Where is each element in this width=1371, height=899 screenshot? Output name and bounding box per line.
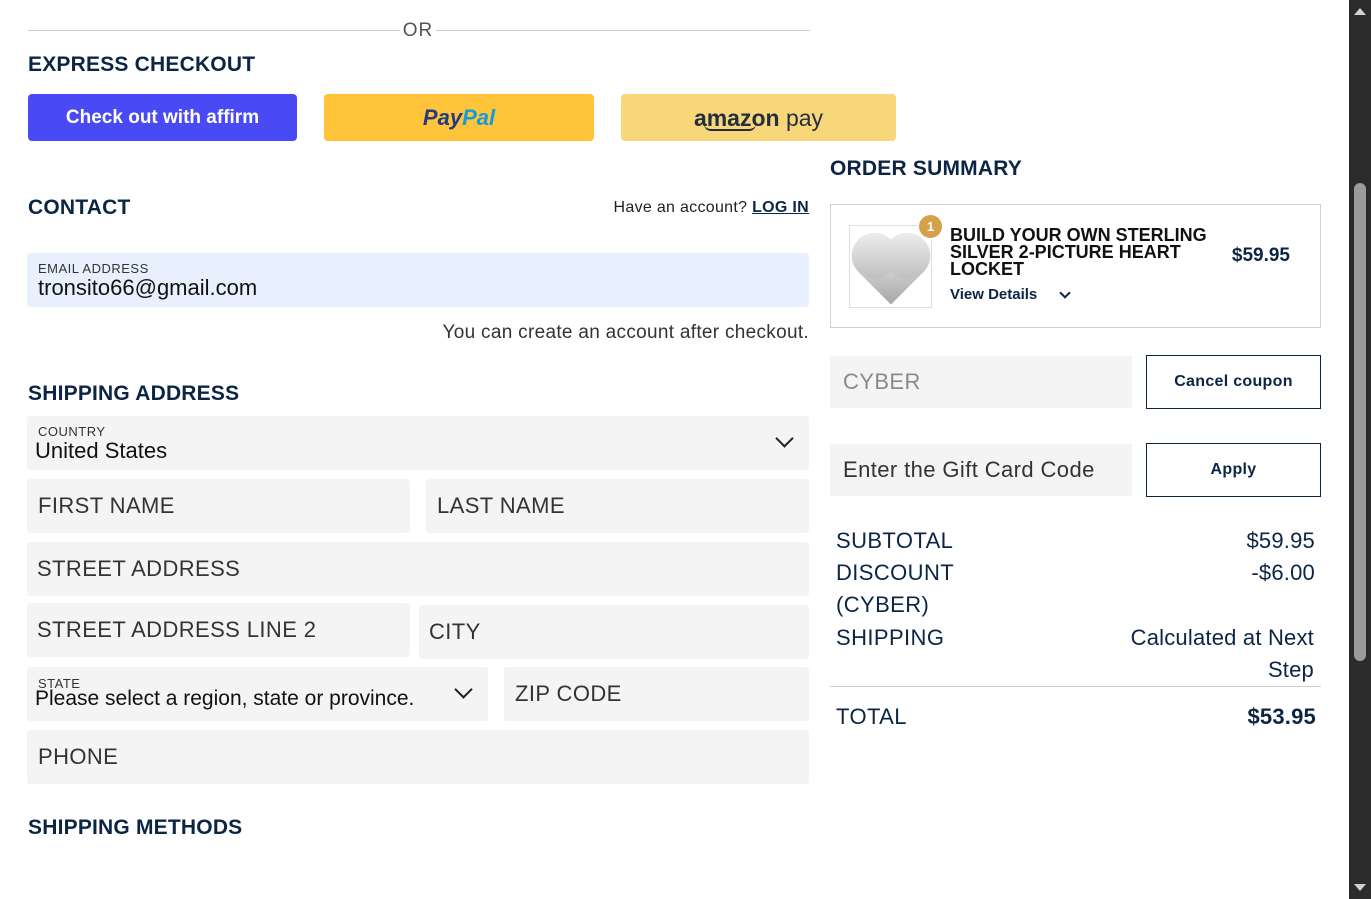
email-label: EMAIL ADDRESS bbox=[38, 261, 149, 276]
zip-code-input[interactable]: ZIP CODE bbox=[504, 667, 809, 721]
discount-label: DISCOUNT bbox=[836, 560, 955, 585]
state-value: Please select a region, state or provinc… bbox=[35, 687, 415, 710]
state-select[interactable]: STATE Please select a region, state or p… bbox=[27, 667, 488, 721]
subtotal-value: $59.95 bbox=[1246, 528, 1315, 553]
chevron-down-icon[interactable] bbox=[1059, 287, 1071, 299]
page-scrollbar[interactable] bbox=[1349, 0, 1371, 899]
scroll-down-icon[interactable] bbox=[1354, 884, 1366, 891]
gift-card-input[interactable]: Enter the Gift Card Code bbox=[830, 444, 1132, 496]
summary-divider bbox=[830, 686, 1321, 687]
shipping-address-title: SHIPPING ADDRESS bbox=[28, 382, 240, 405]
email-field[interactable]: EMAIL ADDRESS tronsito66@gmail.com bbox=[27, 253, 809, 307]
country-label: COUNTRY bbox=[38, 424, 106, 439]
city-input[interactable]: CITY bbox=[419, 605, 809, 659]
create-account-note: You can create an account after checkout… bbox=[442, 322, 809, 343]
product-thumbnail[interactable] bbox=[849, 225, 932, 308]
view-details-link[interactable]: View Details bbox=[950, 286, 1037, 303]
phone-placeholder: PHONE bbox=[38, 744, 119, 769]
amazon-pay-button[interactable]: amazon pay bbox=[621, 94, 896, 141]
apply-gift-card-button[interactable]: Apply bbox=[1146, 443, 1321, 497]
heart-locket-icon bbox=[857, 238, 924, 305]
street-address-2-placeholder: STREET ADDRESS LINE 2 bbox=[37, 617, 317, 642]
paypal-logo: PayPal bbox=[422, 104, 496, 130]
discount-value: -$6.00 bbox=[1251, 560, 1315, 585]
discount-code-label: (CYBER) bbox=[836, 592, 930, 617]
phone-input[interactable]: PHONE bbox=[27, 730, 809, 784]
gift-card-placeholder: Enter the Gift Card Code bbox=[843, 457, 1095, 482]
coupon-value: CYBER bbox=[843, 369, 921, 394]
or-divider-text: OR bbox=[400, 20, 436, 42]
express-checkout-title: EXPRESS CHECKOUT bbox=[28, 53, 256, 76]
cancel-coupon-button[interactable]: Cancel coupon bbox=[1146, 355, 1321, 409]
country-select[interactable]: COUNTRY United States bbox=[27, 416, 809, 470]
email-value: tronsito66@gmail.com bbox=[38, 275, 258, 300]
order-item: 1 BUILD YOUR OWN STERLING SILVER 2-PICTU… bbox=[830, 204, 1321, 328]
total-label: TOTAL bbox=[836, 704, 907, 729]
shipping-methods-title: SHIPPING METHODS bbox=[28, 816, 243, 839]
quantity-badge: 1 bbox=[917, 213, 944, 240]
street-address-placeholder: STREET ADDRESS bbox=[37, 556, 241, 581]
street-address-2-input[interactable]: STREET ADDRESS LINE 2 bbox=[27, 603, 410, 657]
total-value: $53.95 bbox=[1247, 704, 1316, 729]
contact-title: CONTACT bbox=[28, 196, 131, 219]
login-link[interactable]: LOG IN bbox=[752, 199, 809, 216]
divider-line-right bbox=[436, 30, 810, 31]
affirm-label: Check out with affirm bbox=[65, 106, 260, 128]
shipping-value-line1: Calculated at Next bbox=[1130, 625, 1314, 650]
city-placeholder: CITY bbox=[429, 619, 481, 644]
divider-line-left bbox=[28, 30, 400, 31]
amazon-smile-icon bbox=[703, 124, 756, 131]
zip-code-placeholder: ZIP CODE bbox=[515, 681, 622, 706]
subtotal-label: SUBTOTAL bbox=[836, 528, 954, 553]
first-name-input[interactable]: FIRST NAME bbox=[27, 479, 410, 533]
scroll-up-icon[interactable] bbox=[1354, 8, 1366, 15]
first-name-placeholder: FIRST NAME bbox=[38, 493, 175, 518]
scrollbar-thumb[interactable] bbox=[1354, 183, 1366, 661]
country-value: United States bbox=[35, 438, 168, 463]
have-account-text: Have an account? LOG IN bbox=[613, 199, 809, 216]
product-price: $59.95 bbox=[1231, 245, 1290, 266]
coupon-input[interactable]: CYBER bbox=[830, 356, 1132, 408]
product-name: BUILD YOUR OWN STERLING SILVER 2-PICTURE… bbox=[950, 225, 1207, 279]
chevron-down-icon bbox=[454, 680, 473, 699]
paypal-button[interactable]: PayPal bbox=[324, 94, 594, 141]
last-name-placeholder: LAST NAME bbox=[437, 493, 565, 518]
shipping-label: SHIPPING bbox=[836, 625, 945, 650]
order-summary-title: ORDER SUMMARY bbox=[830, 157, 1022, 180]
shipping-value-line2: Step bbox=[1267, 657, 1314, 682]
last-name-input[interactable]: LAST NAME bbox=[426, 479, 809, 533]
chevron-down-icon bbox=[775, 429, 794, 448]
street-address-input[interactable]: STREET ADDRESS bbox=[27, 542, 809, 596]
affirm-checkout-button[interactable]: Check out with affirm bbox=[28, 94, 297, 141]
